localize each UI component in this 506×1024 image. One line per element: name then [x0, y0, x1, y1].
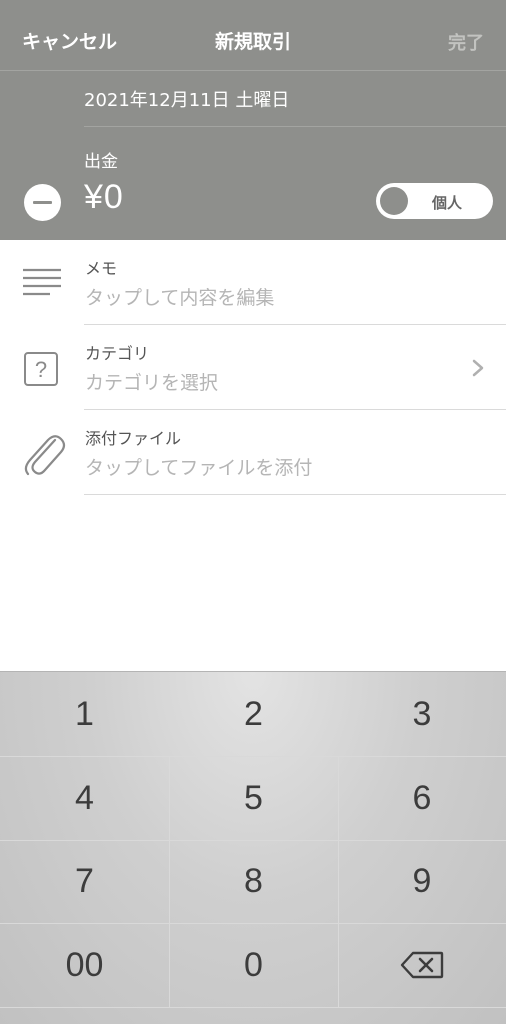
transaction-header: キャンセル 新規取引 完了 2021年12月11日 土曜日 出金 ¥0 個人 [0, 0, 506, 240]
memo-label: メモ [85, 259, 118, 278]
personal-toggle[interactable]: 個人 [376, 183, 493, 219]
category-label: カテゴリ [85, 344, 150, 363]
attachment-row[interactable]: 添付ファイル タップしてファイルを添付 [0, 410, 506, 495]
key-3[interactable]: 3 [338, 672, 506, 756]
lines-icon [23, 268, 61, 296]
key-5[interactable]: 5 [169, 756, 338, 840]
attachment-placeholder: タップしてファイルを添付 [85, 457, 313, 479]
paperclip-icon [24, 435, 66, 476]
divider [0, 1007, 506, 1008]
memo-placeholder: タップして内容を編集 [85, 287, 275, 309]
backspace-button[interactable] [338, 923, 506, 1007]
navigation-bar: キャンセル 新規取引 完了 [0, 0, 506, 70]
question-box-icon: ? [24, 352, 58, 386]
category-row[interactable]: ? カテゴリ カテゴリを選択 [0, 325, 506, 410]
page-title: 新規取引 [214, 31, 291, 53]
key-8[interactable]: 8 [169, 840, 338, 923]
key-1[interactable]: 1 [0, 672, 169, 756]
key-0[interactable]: 0 [169, 923, 338, 1007]
new-transaction-screen: キャンセル 新規取引 完了 2021年12月11日 土曜日 出金 ¥0 個人 メ… [0, 0, 506, 1024]
divider [84, 126, 506, 127]
svg-text:?: ? [35, 357, 47, 382]
divider [0, 70, 506, 71]
key-9[interactable]: 9 [338, 840, 506, 923]
memo-row[interactable]: メモ タップして内容を編集 [0, 240, 506, 325]
date-field[interactable]: 2021年12月11日 土曜日 [84, 86, 289, 112]
key-00[interactable]: 00 [0, 923, 169, 1007]
transaction-type-label: 出金 [84, 152, 118, 172]
toggle-knob [380, 187, 408, 215]
key-4[interactable]: 4 [0, 756, 169, 840]
key-7[interactable]: 7 [0, 840, 169, 923]
category-placeholder: カテゴリを選択 [85, 372, 219, 394]
numeric-keypad: 1 2 3 4 5 6 7 8 9 00 0 [0, 671, 506, 1024]
done-button[interactable]: 完了 [448, 29, 484, 55]
backspace-icon [400, 951, 444, 979]
minus-circle-icon[interactable] [24, 184, 61, 221]
key-2[interactable]: 2 [169, 672, 338, 756]
chevron-right-icon [472, 359, 484, 377]
cancel-button[interactable]: キャンセル [22, 27, 117, 54]
key-6[interactable]: 6 [338, 756, 506, 840]
divider [84, 494, 506, 495]
attachment-label: 添付ファイル [85, 429, 182, 448]
toggle-label: 個人 [432, 194, 463, 212]
amount-display[interactable]: ¥0 [84, 178, 124, 217]
